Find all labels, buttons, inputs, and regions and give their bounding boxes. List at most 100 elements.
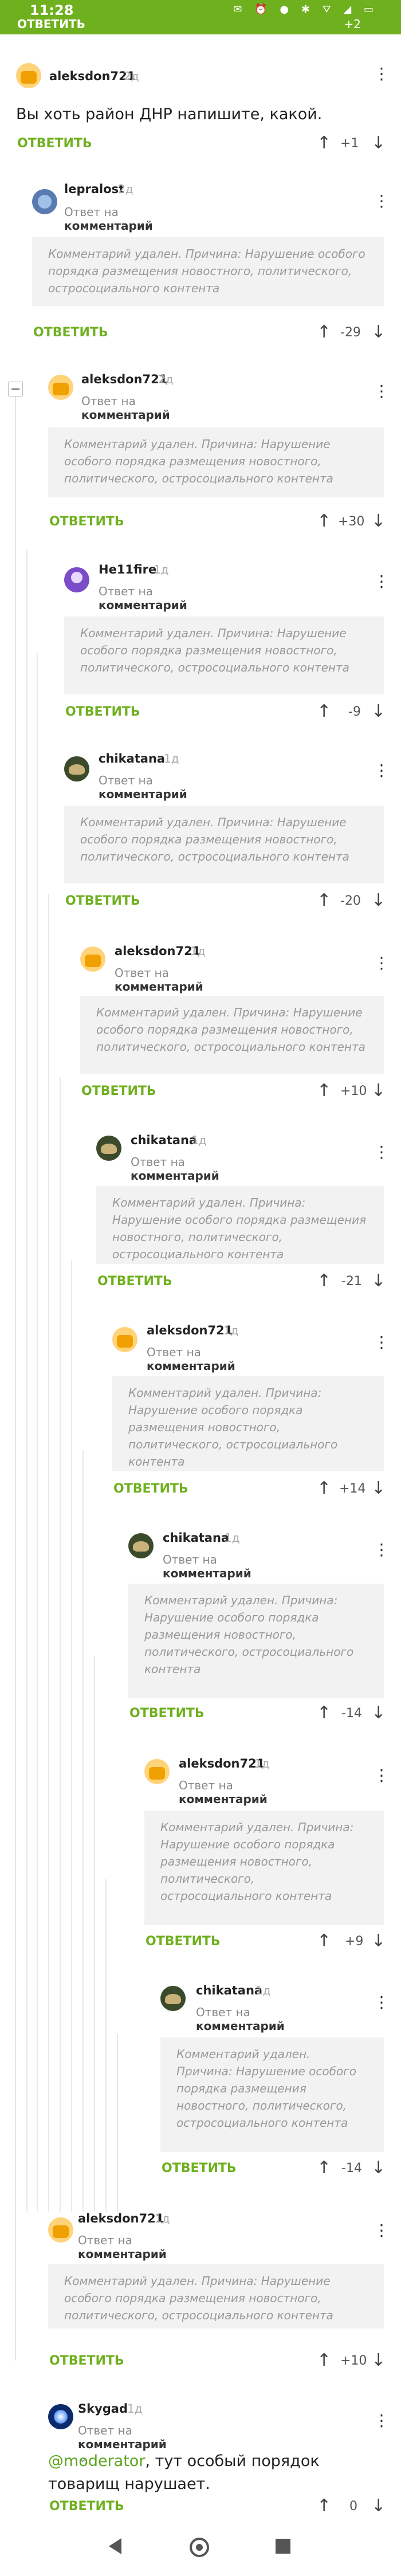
downvote-icon[interactable]: ↓ <box>371 2350 386 2370</box>
avatar[interactable] <box>128 1533 154 1558</box>
avatar[interactable] <box>48 2217 73 2243</box>
avatar[interactable] <box>144 1759 170 1784</box>
downvote-icon[interactable]: ↓ <box>371 511 386 531</box>
username[interactable]: lepralost <box>64 182 124 196</box>
username[interactable]: aleksdon721 <box>179 1757 265 1770</box>
comment-age: 1д <box>225 1531 240 1545</box>
downvote-icon[interactable]: ↓ <box>371 322 386 342</box>
reply-button[interactable]: ОТВЕТИТЬ <box>49 2354 124 2368</box>
downvote-icon[interactable]: ↓ <box>371 701 386 721</box>
more-options-icon[interactable]: ⋮ <box>374 191 390 210</box>
vote-score: -9 <box>348 705 361 719</box>
deleted-notice: Комментарий удален. Причина: Нарушение о… <box>48 2264 384 2328</box>
avatar[interactable] <box>32 189 57 214</box>
reply-button[interactable]: ОТВЕТИТЬ <box>97 1274 172 1289</box>
status-icons: ✉ ⏰ ● ✱ ⛛ ◢ ▭ <box>233 3 378 15</box>
username[interactable]: chikatana <box>196 1984 262 1997</box>
upvote-icon[interactable]: ↑ <box>317 511 331 531</box>
downvote-icon[interactable]: ↓ <box>371 1703 386 1723</box>
avatar[interactable] <box>96 1136 121 1161</box>
mention-link[interactable]: @moderator <box>48 2452 145 2470</box>
more-options-icon[interactable]: ⋮ <box>374 1540 390 1559</box>
avatar[interactable] <box>48 2404 73 2429</box>
username[interactable]: aleksdon721 <box>147 1324 233 1337</box>
deleted-notice: Комментарий удален. Причина: Нарушение о… <box>48 427 384 497</box>
downvote-icon[interactable]: ↓ <box>371 1081 386 1101</box>
username[interactable]: aleksdon721 <box>81 372 167 386</box>
downvote-icon[interactable]: ↓ <box>371 1931 386 1951</box>
downvote-icon[interactable]: ↓ <box>371 1478 386 1498</box>
upvote-icon[interactable]: ↑ <box>317 890 331 910</box>
comment-age: 2д <box>118 182 133 196</box>
username[interactable]: Skygad <box>78 2402 128 2416</box>
upvote-icon[interactable]: ↑ <box>317 701 331 721</box>
username[interactable]: chikatana <box>99 752 165 765</box>
reply-button[interactable]: ОТВЕТИТЬ <box>162 2161 237 2176</box>
avatar[interactable] <box>64 567 89 592</box>
collapse-thread-icon[interactable] <box>8 382 23 396</box>
home-icon[interactable] <box>190 2538 209 2557</box>
upvote-icon[interactable]: ↑ <box>317 2350 331 2370</box>
reply-button[interactable]: ОТВЕТИТЬ <box>146 1934 221 1949</box>
more-options-icon[interactable]: ⋮ <box>374 761 390 780</box>
upvote-icon[interactable]: ↑ <box>317 1081 331 1101</box>
downvote-icon[interactable]: ↓ <box>371 133 386 153</box>
thread-line <box>71 1260 72 2212</box>
thread-line <box>117 2034 118 2212</box>
reply-button[interactable]: ОТВЕТИТЬ <box>113 1482 188 1496</box>
upvote-icon[interactable]: ↑ <box>317 1703 331 1723</box>
back-icon[interactable] <box>109 2538 121 2554</box>
upvote-icon[interactable]: ↑ <box>317 322 331 342</box>
comment-age: 2д <box>158 372 174 386</box>
reply-button[interactable]: ОТВЕТИТЬ <box>33 325 108 340</box>
username[interactable]: aleksdon721 <box>78 2212 164 2225</box>
username[interactable]: chikatana <box>163 1531 229 1545</box>
reply-button[interactable]: ОТВЕТИТЬ <box>65 705 140 719</box>
more-options-icon[interactable]: ⋮ <box>374 64 390 83</box>
more-options-icon[interactable]: ⋮ <box>374 1993 390 2012</box>
upvote-icon[interactable]: ↑ <box>317 1931 331 1951</box>
downvote-icon[interactable]: ↓ <box>371 2158 386 2178</box>
upvote-icon[interactable]: ↑ <box>317 1271 331 1291</box>
username[interactable]: aleksdon721 <box>49 69 135 83</box>
avatar[interactable] <box>48 375 73 400</box>
recent-apps-icon[interactable] <box>276 2539 290 2554</box>
avatar[interactable] <box>64 756 89 782</box>
more-options-icon[interactable]: ⋮ <box>374 1142 390 1161</box>
reply-button[interactable]: ОТВЕТИТЬ <box>49 2499 124 2514</box>
more-options-icon[interactable]: ⋮ <box>374 572 390 591</box>
comment-age: 1д <box>164 752 179 765</box>
username[interactable]: chikatana <box>131 1133 197 1147</box>
avatar[interactable] <box>112 1327 137 1352</box>
comment-text: Вы хоть район ДНР напишите, какой. <box>16 105 323 123</box>
reply-button[interactable]: ОТВЕТИТЬ <box>129 1706 205 1721</box>
username[interactable]: He11fire <box>99 563 156 576</box>
reply-button[interactable]: ОТВЕТИТЬ <box>81 1084 156 1098</box>
upvote-icon[interactable]: ↑ <box>317 2496 331 2516</box>
reply-button[interactable]: ОТВЕТИТЬ <box>49 515 124 529</box>
downvote-icon[interactable]: ↓ <box>371 890 386 910</box>
vote-score: -20 <box>340 894 361 908</box>
reply-button[interactable]: ОТВЕТИТЬ <box>17 17 85 31</box>
vote-score: +30 <box>338 515 365 529</box>
thread-line <box>105 1879 107 2212</box>
more-options-icon[interactable]: ⋮ <box>374 1766 390 1785</box>
comment-age: 1д <box>255 1984 271 1997</box>
avatar[interactable] <box>80 947 105 972</box>
comment-age: 2д <box>124 69 139 83</box>
reply-button[interactable]: ОТВЕТИТЬ <box>17 136 92 151</box>
more-options-icon[interactable]: ⋮ <box>374 953 390 972</box>
avatar[interactable] <box>160 1986 186 2011</box>
more-options-icon[interactable]: ⋮ <box>374 2411 390 2430</box>
username[interactable]: aleksdon721 <box>115 944 200 958</box>
downvote-icon[interactable]: ↓ <box>371 1271 386 1291</box>
downvote-icon[interactable]: ↓ <box>371 2496 386 2516</box>
upvote-icon[interactable]: ↑ <box>317 2158 331 2178</box>
upvote-icon[interactable]: ↑ <box>317 1478 331 1498</box>
more-options-icon[interactable]: ⋮ <box>374 1333 390 1352</box>
upvote-icon[interactable]: ↑ <box>317 133 331 153</box>
more-options-icon[interactable]: ⋮ <box>374 382 390 400</box>
more-options-icon[interactable]: ⋮ <box>374 2221 390 2240</box>
avatar[interactable] <box>16 63 41 88</box>
reply-button[interactable]: ОТВЕТИТЬ <box>65 894 140 908</box>
